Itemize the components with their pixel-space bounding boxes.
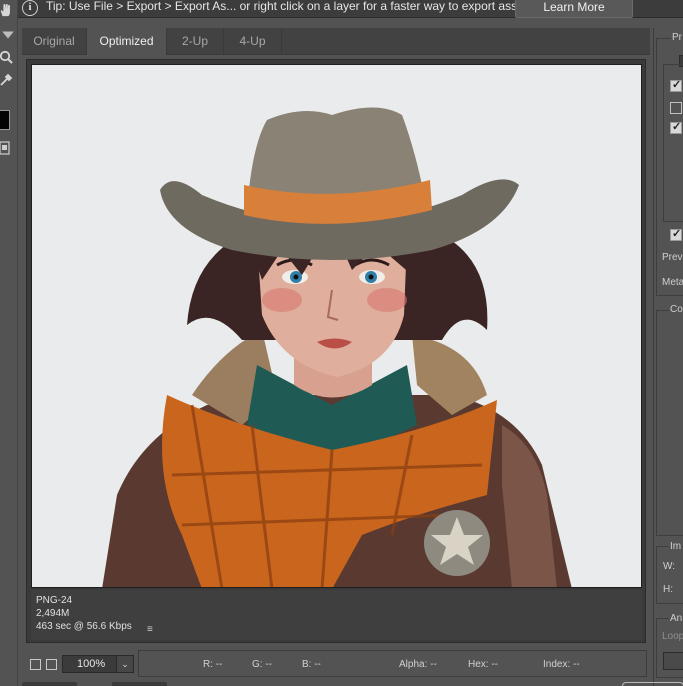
animation-label: An bbox=[669, 613, 683, 624]
blush-left bbox=[262, 288, 302, 312]
blue-readout: B: -- bbox=[302, 659, 321, 670]
hex-readout: Hex: -- bbox=[468, 659, 498, 670]
width-label: W: bbox=[663, 561, 676, 572]
preview-label: Prev bbox=[662, 252, 683, 263]
color-table-label: Co bbox=[669, 304, 683, 315]
tab-4-up[interactable]: 4-Up bbox=[224, 28, 282, 55]
toggle-slices-checkbox[interactable] bbox=[30, 659, 41, 670]
file-size-label: 2,494M bbox=[36, 608, 70, 619]
status-bar: 100% ⌄ R: -- G: -- B: -- Alpha: -- Hex: … bbox=[18, 650, 648, 680]
preset-label: Pr bbox=[671, 32, 683, 43]
tip-text: Tip: Use File > Export > Export As... or… bbox=[46, 0, 534, 13]
preview-pane: PNG-24 2,494M 463 sec @ 56.6 Kbps ≡ bbox=[26, 59, 646, 643]
image-size-label: Im bbox=[669, 541, 683, 552]
interlaced-checkbox[interactable] bbox=[670, 78, 682, 92]
blush-right bbox=[367, 288, 407, 312]
bottom-edge bbox=[22, 682, 683, 686]
format-label: PNG-24 bbox=[36, 595, 73, 606]
learn-more-button[interactable]: Learn More bbox=[515, 0, 633, 18]
convert-srgb-checkbox[interactable] bbox=[670, 227, 682, 241]
optimization-info: PNG-24 2,494M 463 sec @ 56.6 Kbps ≡ bbox=[31, 590, 642, 640]
red-readout: R: -- bbox=[203, 659, 223, 670]
info-checkbox[interactable] bbox=[46, 659, 57, 670]
index-readout: Index: -- bbox=[543, 659, 580, 670]
tab-optimized[interactable]: Optimized bbox=[87, 28, 167, 55]
alpha-readout: Alpha: -- bbox=[399, 659, 437, 670]
height-label: H: bbox=[663, 584, 673, 595]
metadata-label: Meta bbox=[662, 277, 683, 288]
tab-original[interactable]: Original bbox=[22, 28, 87, 55]
tab-2-up[interactable]: 2-Up bbox=[167, 28, 224, 55]
looping-label: Loop bbox=[662, 631, 683, 642]
eyedropper-color-swatch[interactable] bbox=[0, 110, 10, 130]
zoom-icon[interactable] bbox=[0, 50, 13, 64]
hand-icon[interactable] bbox=[0, 3, 13, 17]
cowgirl-illustration bbox=[102, 107, 572, 587]
preview-canvas[interactable] bbox=[31, 64, 642, 588]
slice-select-icon[interactable] bbox=[1, 28, 15, 42]
slice-visibility-icon[interactable] bbox=[0, 141, 12, 155]
embed-color-checkbox[interactable] bbox=[670, 120, 682, 134]
eyedropper-icon[interactable] bbox=[0, 73, 13, 87]
view-tabs: Original Optimized 2-Up 4-Up bbox=[22, 28, 650, 55]
transparency-checkbox[interactable] bbox=[670, 102, 682, 114]
tip-bar: i Tip: Use File > Export > Export As... … bbox=[0, 0, 683, 18]
info-icon: i bbox=[22, 0, 38, 16]
green-readout: G: -- bbox=[252, 659, 272, 670]
color-table-group bbox=[656, 310, 683, 536]
zoom-dropdown-arrow[interactable]: ⌄ bbox=[116, 655, 134, 673]
download-time-label: 463 sec @ 56.6 Kbps bbox=[36, 621, 132, 632]
color-readout: R: -- G: -- B: -- Alpha: -- Hex: -- Inde… bbox=[138, 650, 647, 677]
tool-strip bbox=[0, 0, 18, 686]
download-rate-menu-icon[interactable]: ≡ bbox=[147, 624, 153, 635]
image-size-group bbox=[656, 546, 683, 604]
looping-dropdown[interactable] bbox=[663, 652, 683, 670]
